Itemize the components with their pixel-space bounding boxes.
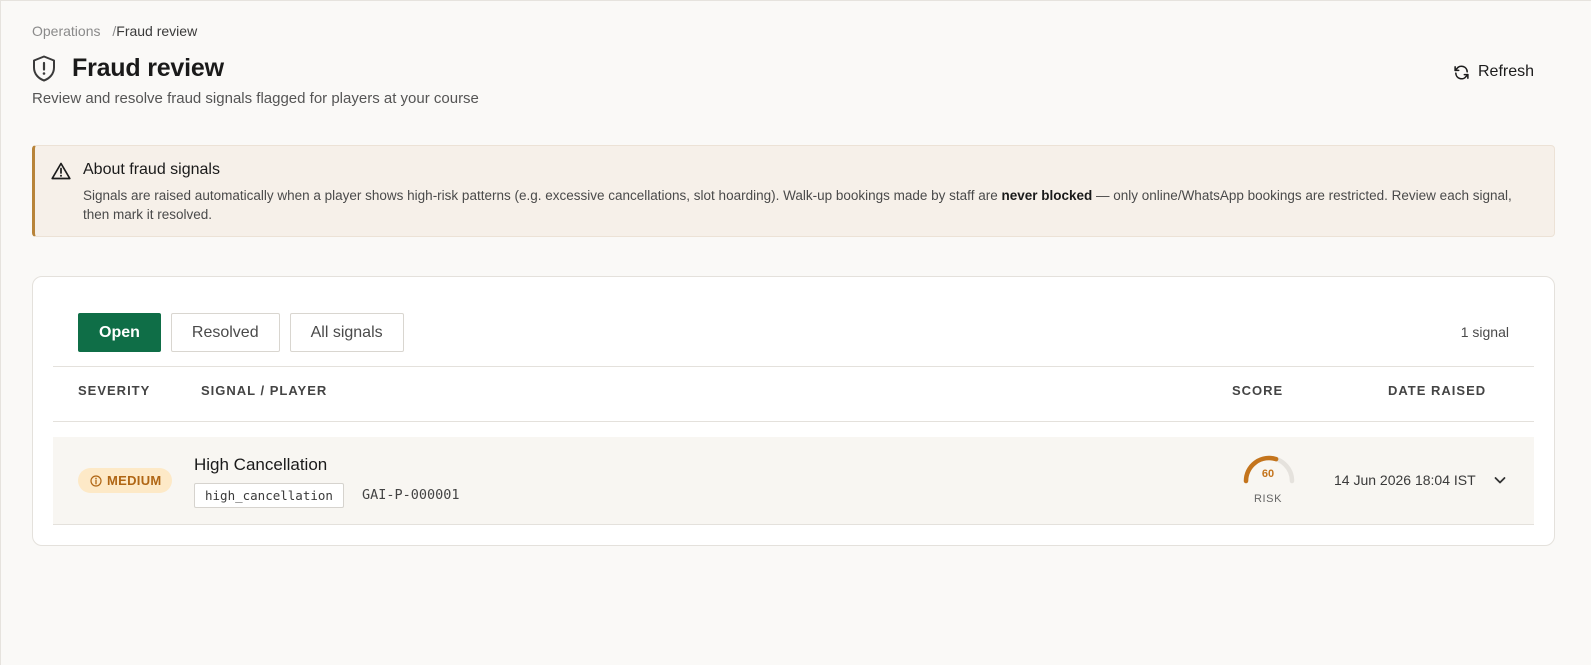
breadcrumb-current: Fraud review (116, 23, 198, 39)
refresh-button[interactable]: Refresh (1453, 63, 1534, 81)
severity-badge: MEDIUM (78, 468, 172, 493)
page-title: Fraud review (72, 53, 224, 82)
notice-text: Signals are raised automatically when a … (83, 188, 1512, 222)
notice-title: About fraud signals (83, 161, 220, 178)
info-circle-icon (90, 474, 102, 487)
table-header: SEVERITY SIGNAL / PLAYER SCORE DATE RAIS… (53, 367, 1534, 422)
signals-card: Open Resolved All signals 1 signal SEVER… (32, 276, 1555, 546)
severity-label: MEDIUM (107, 473, 162, 488)
page-header: Fraud review (32, 53, 224, 83)
risk-score-label: RISK (1253, 493, 1283, 505)
breadcrumb: Operations /Fraud review (32, 23, 197, 39)
risk-score-gauge: 60 RISK (1241, 453, 1297, 505)
tab-resolved[interactable]: Resolved (170, 313, 280, 352)
refresh-label: Refresh (1478, 63, 1535, 80)
column-header-date: DATE RAISED (1388, 383, 1487, 398)
date-raised: 14 Jun 2026 18:04 IST (1334, 472, 1476, 488)
page-subtitle: Review and resolve fraud signals flagged… (32, 90, 479, 107)
warning-triangle-icon (51, 162, 71, 185)
tab-all-signals[interactable]: All signals (289, 313, 404, 352)
chevron-down-icon[interactable] (1493, 473, 1507, 492)
column-header-signal: SIGNAL / PLAYER (201, 383, 328, 398)
player-id[interactable]: GAI-P-000001 (362, 487, 460, 503)
signal-code: high_cancellation (194, 483, 344, 508)
refresh-icon (1454, 64, 1469, 80)
table-row[interactable]: MEDIUM High Cancellation high_cancellati… (53, 437, 1534, 525)
shield-alert-icon (32, 53, 60, 83)
signal-title: High Cancellation (194, 455, 328, 474)
signal-count: 1 signal (1460, 324, 1509, 340)
fraud-signals-notice: About fraud signals Signals are raised a… (32, 145, 1555, 237)
tab-open[interactable]: Open (78, 313, 161, 352)
breadcrumb-parent[interactable]: Operations (32, 23, 100, 39)
column-header-score: SCORE (1232, 383, 1284, 398)
column-header-severity: SEVERITY (78, 383, 151, 398)
filter-tabs: Open Resolved All signals (78, 313, 404, 352)
risk-score-value: 60 (1261, 468, 1275, 480)
